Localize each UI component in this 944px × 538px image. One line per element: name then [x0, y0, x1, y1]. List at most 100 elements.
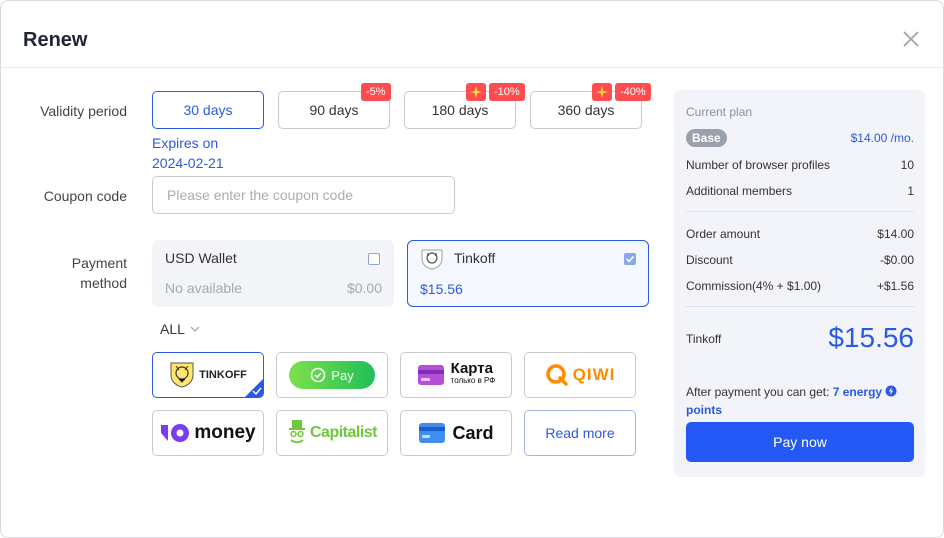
usd-wallet-status: No available: [165, 280, 243, 296]
period-30-days[interactable]: 30 days: [152, 91, 264, 129]
usd-wallet-amount: $0.00: [346, 280, 382, 296]
tinkoff-name: Tinkoff: [454, 250, 496, 266]
order-amount-label: Order amount: [686, 227, 761, 241]
expiry-date: Expires on 2024-02-21: [152, 133, 224, 173]
members-row: Additional members 1: [686, 184, 914, 198]
payment-label-line: Payment: [71, 255, 127, 271]
tinkoff-tile-label: TINKOFF: [199, 369, 247, 381]
payment-label-line: method: [80, 275, 127, 291]
selected-corner-icon: [245, 379, 263, 397]
expires-label: Expires on: [152, 135, 219, 151]
tinkoff-logo-icon: [421, 249, 443, 270]
usd-wallet-name: USD Wallet: [165, 250, 237, 266]
karta-subtitle: только в РФ: [450, 376, 496, 385]
sparkle-icon: [466, 83, 486, 101]
energy-suffix: points: [686, 403, 722, 417]
order-amount-row: Order amount $14.00: [686, 227, 914, 241]
payment-method-label: Payment method: [21, 253, 127, 293]
period-label: 30 days: [183, 102, 233, 118]
coupon-input[interactable]: [152, 176, 455, 214]
checkmark-icon: [625, 255, 635, 263]
energy-value: 7 energy: [832, 385, 883, 399]
divider: [686, 306, 914, 307]
close-icon[interactable]: [901, 29, 921, 49]
order-summary: Current plan Base $14.00 /mo. Number of …: [674, 90, 925, 477]
method-filter[interactable]: ALL: [160, 321, 201, 337]
period-360-days[interactable]: 360 days -40%: [530, 83, 651, 129]
period-label: 360 days: [557, 102, 615, 118]
method-yoomoney[interactable]: money: [152, 410, 264, 456]
period-label: 180 days: [431, 102, 489, 118]
members-label: Additional members: [686, 184, 793, 198]
method-card[interactable]: Card: [400, 410, 512, 456]
usd-wallet-checkbox[interactable]: [368, 253, 380, 265]
energy-bolt-icon: [885, 385, 897, 397]
method-tinkoff[interactable]: TINKOFF: [152, 352, 264, 398]
discount-badge: -40%: [615, 83, 651, 101]
dialog-header: Renew: [1, 1, 943, 68]
capitalist-logo-icon: [288, 420, 305, 444]
bank-card-icon: [419, 423, 446, 443]
method-capitalist[interactable]: Capitalist: [276, 410, 388, 456]
members-value: 1: [907, 184, 914, 198]
current-plan-label: Current plan: [686, 105, 753, 119]
qiwi-logo-icon: [545, 364, 568, 386]
pay-now-button[interactable]: Pay now: [686, 422, 914, 462]
payment-method-name: Tinkoff: [686, 332, 722, 346]
tinkoff-option[interactable]: Tinkoff $15.56: [407, 240, 649, 307]
check-circle-icon: [310, 367, 326, 383]
commission-value: +$1.56: [876, 279, 914, 293]
method-karta[interactable]: Карта только в РФ: [400, 352, 512, 398]
tinkoff-amount: $15.56: [420, 281, 463, 297]
order-amount-value: $14.00: [877, 227, 914, 241]
tinkoff-shield-icon: [170, 362, 194, 388]
yoomoney-logo-icon: [161, 424, 190, 442]
qiwi-label: QIWI: [572, 365, 616, 384]
read-more-button[interactable]: Read more: [524, 410, 636, 456]
karta-title: Карта: [450, 360, 493, 377]
energy-info: After payment you can get: 7 energy poin…: [686, 383, 914, 419]
karta-content: Карта только в РФ: [417, 360, 496, 387]
card-icon: [417, 365, 444, 385]
period-label: 90 days: [309, 102, 359, 118]
divider: [686, 211, 914, 212]
profiles-row: Number of browser profiles 10: [686, 158, 914, 172]
card-content: Card: [418, 422, 494, 444]
tinkoff-checkbox[interactable]: [624, 253, 636, 265]
total-amount: $15.56: [828, 322, 914, 353]
discount-badge: -10%: [489, 83, 525, 101]
yoomoney-content: money: [160, 422, 256, 444]
period-90-days[interactable]: 90 days -5%: [278, 83, 391, 129]
capitalist-content: Capitalist: [287, 419, 378, 447]
expires-date-value: 2024-02-21: [152, 155, 224, 171]
dialog-title: Renew: [23, 29, 88, 51]
qiwi-content: QIWI: [545, 363, 616, 387]
tinkoff-tile-content: TINKOFF: [169, 361, 247, 389]
money-label: money: [194, 422, 256, 443]
method-pay[interactable]: Pay: [276, 352, 388, 398]
pay-label: Pay: [331, 367, 354, 383]
energy-prefix: After payment you can get:: [686, 385, 833, 399]
card-label: Card: [452, 422, 494, 443]
sparkle-icon: [592, 83, 612, 101]
profiles-label: Number of browser profiles: [686, 158, 831, 172]
pay-pill: Pay: [289, 361, 375, 389]
discount-label: Discount: [686, 253, 733, 267]
plan-badge: Base: [686, 129, 727, 147]
period-180-days[interactable]: 180 days -10%: [404, 83, 525, 129]
karta-text: Карта только в РФ: [450, 360, 496, 387]
renew-dialog: Renew Validity period 30 days 90 days -5…: [0, 0, 944, 538]
coupon-label: Coupon code: [43, 188, 127, 204]
discount-badge: -5%: [361, 83, 391, 101]
discount-value: -$0.00: [879, 253, 914, 267]
profiles-value: 10: [900, 158, 914, 172]
plan-price: $14.00 /mo.: [850, 131, 914, 145]
filter-label: ALL: [160, 321, 185, 337]
chevron-down-icon: [190, 326, 200, 332]
method-qiwi[interactable]: QIWI: [524, 352, 636, 398]
validity-label: Validity period: [40, 103, 127, 119]
discount-row: Discount -$0.00: [686, 253, 914, 267]
read-more-label: Read more: [545, 425, 615, 441]
commission-row: Commission(4% + $1.00) +$1.56: [686, 279, 914, 293]
usd-wallet-option[interactable]: USD Wallet No available $0.00: [152, 240, 394, 307]
